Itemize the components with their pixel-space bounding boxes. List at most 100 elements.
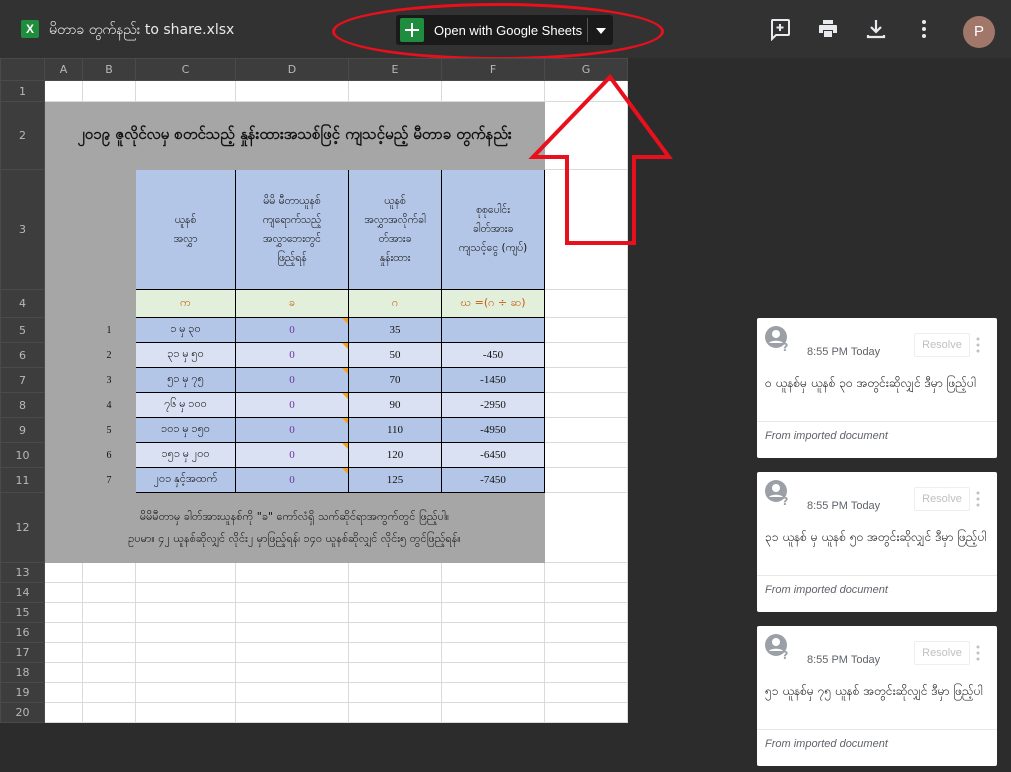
cell[interactable] — [44, 442, 83, 468]
cell[interactable] — [441, 642, 545, 663]
cell[interactable] — [441, 662, 545, 683]
tier-cell[interactable]: ၅၁ မှ ၇၅ — [135, 367, 236, 393]
cell[interactable] — [544, 317, 628, 343]
total-cell[interactable] — [441, 317, 545, 343]
rate-cell[interactable]: 90 — [348, 392, 442, 418]
cell[interactable] — [348, 662, 442, 683]
cell[interactable] — [44, 642, 83, 663]
row-header[interactable]: 8 — [0, 392, 45, 418]
cell[interactable] — [135, 682, 236, 703]
row-header[interactable]: 12 — [0, 492, 45, 563]
cell[interactable] — [44, 562, 83, 583]
cell[interactable] — [544, 582, 628, 603]
comment-more-icon[interactable] — [976, 491, 980, 507]
cell[interactable] — [441, 582, 545, 603]
header-rate[interactable]: ယူနစ် အလွှာအလိုက်ခါ တ်အားခ နှုန်းထား — [348, 169, 442, 290]
header-units[interactable]: မိမိ မီတာယူနစ် ကျရောက်သည့် အလွှာဘေးတွင် … — [235, 169, 349, 290]
total-cell[interactable]: -2950 — [441, 392, 545, 418]
units-input-cell[interactable]: 0 — [235, 367, 349, 393]
cell[interactable] — [235, 662, 349, 683]
label-tier[interactable]: က — [135, 289, 236, 318]
units-input-cell[interactable]: 0 — [235, 342, 349, 368]
cell[interactable] — [82, 682, 136, 703]
cell[interactable] — [441, 80, 545, 102]
rate-cell[interactable]: 110 — [348, 417, 442, 443]
comment-card[interactable]: ? 8:55 PM Today Resolve ၃၁ ယူနစ် မှ ယူနစ… — [757, 472, 997, 612]
row-header[interactable]: 17 — [0, 642, 45, 663]
row-header[interactable]: 7 — [0, 367, 45, 393]
cell[interactable] — [544, 392, 628, 418]
cell[interactable] — [348, 682, 442, 703]
cell[interactable] — [544, 642, 628, 663]
row-header[interactable]: 5 — [0, 317, 45, 343]
cell[interactable] — [82, 702, 136, 723]
column-header-d[interactable]: D — [235, 58, 349, 81]
row-header[interactable]: 15 — [0, 602, 45, 623]
cell[interactable] — [348, 582, 442, 603]
cell[interactable] — [44, 662, 83, 683]
units-input-cell[interactable]: 0 — [235, 417, 349, 443]
units-input-cell[interactable]: 0 — [235, 442, 349, 468]
cell[interactable] — [135, 702, 236, 723]
cell[interactable] — [544, 467, 628, 493]
cell[interactable] — [544, 80, 628, 102]
cell[interactable] — [544, 622, 628, 643]
header-tier[interactable]: ယူနစ် အလွှာ — [135, 169, 236, 290]
cell[interactable] — [135, 582, 236, 603]
cell[interactable] — [44, 582, 83, 603]
label-total[interactable]: ဃ =(ဂ ÷ ဆ) — [441, 289, 545, 318]
comment-more-icon[interactable] — [976, 337, 980, 353]
cell[interactable] — [82, 642, 136, 663]
cell[interactable] — [235, 682, 349, 703]
row-number[interactable]: 5 — [82, 417, 136, 443]
cell[interactable] — [544, 367, 628, 393]
cell[interactable] — [44, 467, 83, 493]
total-cell[interactable]: -7450 — [441, 467, 545, 493]
cell[interactable] — [135, 642, 236, 663]
rate-cell[interactable]: 35 — [348, 317, 442, 343]
row-header[interactable]: 4 — [0, 289, 45, 318]
column-header-c[interactable]: C — [135, 58, 236, 81]
tier-cell[interactable]: ၂၀၁ နှင့်အထက် — [135, 467, 236, 493]
cell[interactable] — [235, 622, 349, 643]
row-number[interactable]: 3 — [82, 367, 136, 393]
cell[interactable] — [544, 602, 628, 623]
rate-cell[interactable]: 70 — [348, 367, 442, 393]
cell[interactable] — [82, 662, 136, 683]
sheet-title[interactable]: ၂၀၁၉ ဇူလိုင်လမှ စတင်သည့် နှုန်းထားအသစ်ဖြ… — [44, 101, 545, 170]
total-cell[interactable]: -450 — [441, 342, 545, 368]
header-total[interactable]: စုစုပေါင်း ခါတ်အားခ ကျသင့်ငွေ (ကျပ်) — [441, 169, 545, 290]
row-header[interactable]: 20 — [0, 702, 45, 723]
tier-cell[interactable]: ၁၀၁ မှ ၁၅၀ — [135, 417, 236, 443]
cell[interactable] — [348, 602, 442, 623]
cell[interactable] — [348, 702, 442, 723]
cell[interactable] — [135, 80, 236, 102]
comment-card[interactable]: ? 8:55 PM Today Resolve ၅၁ ယူနစ်မှ ၇၅ ယူ… — [757, 626, 997, 766]
cell[interactable] — [44, 602, 83, 623]
cell[interactable] — [44, 169, 83, 290]
cell[interactable] — [44, 80, 83, 102]
cell[interactable] — [348, 622, 442, 643]
cell[interactable] — [44, 317, 83, 343]
user-avatar[interactable]: P — [963, 16, 995, 48]
row-number[interactable]: 6 — [82, 442, 136, 468]
cell[interactable] — [44, 622, 83, 643]
row-header[interactable]: 1 — [0, 80, 45, 102]
cell[interactable] — [348, 562, 442, 583]
row-header[interactable]: 9 — [0, 417, 45, 443]
cell[interactable] — [135, 602, 236, 623]
cell[interactable] — [544, 682, 628, 703]
cell[interactable] — [235, 642, 349, 663]
cell[interactable] — [82, 562, 136, 583]
cell[interactable] — [348, 642, 442, 663]
instruction-note[interactable]: မိမိမီတာမှ ခါတ်အားယူနစ်ကို "ခ" ကော်လံရှိ… — [44, 492, 545, 563]
cell[interactable] — [544, 562, 628, 583]
cell[interactable] — [135, 662, 236, 683]
cell[interactable] — [544, 342, 628, 368]
tier-cell[interactable]: ၇၆ မှ ၁၀၀ — [135, 392, 236, 418]
total-cell[interactable]: -1450 — [441, 367, 545, 393]
row-header[interactable]: 3 — [0, 169, 45, 290]
column-header-a[interactable]: A — [44, 58, 83, 81]
cell[interactable] — [235, 80, 349, 102]
cell[interactable] — [441, 702, 545, 723]
